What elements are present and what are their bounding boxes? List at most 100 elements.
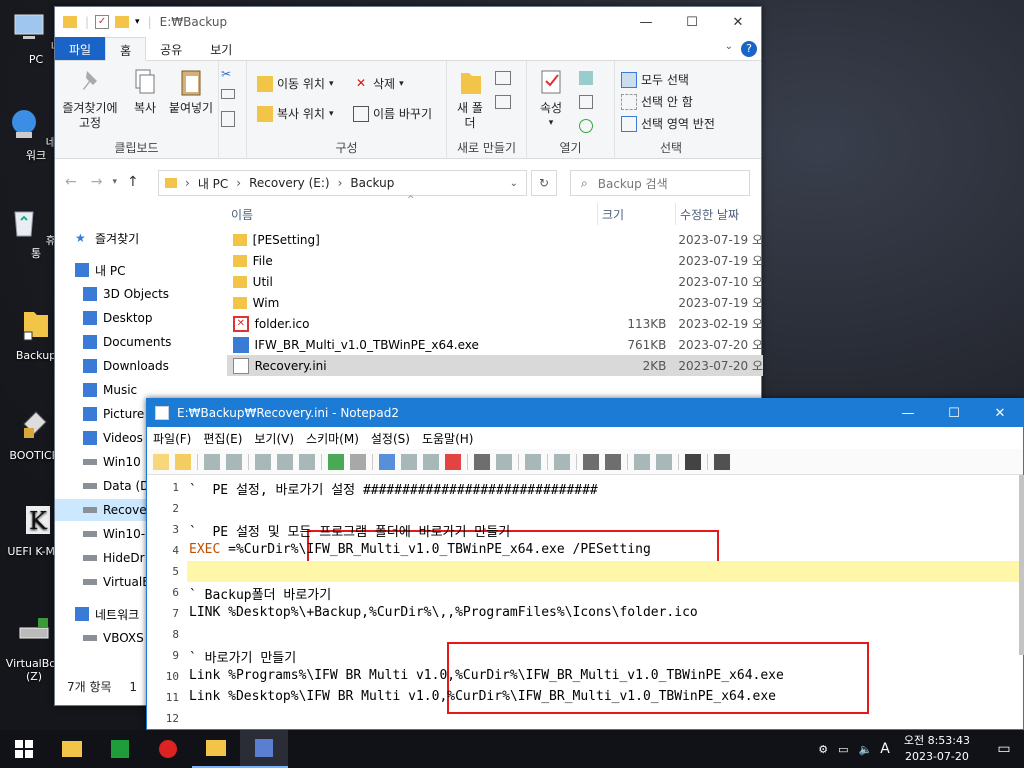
file-row[interactable]: File 2023-07-19 오 bbox=[227, 250, 763, 271]
help-icon[interactable]: ? bbox=[741, 41, 757, 57]
back-icon[interactable]: ← bbox=[65, 174, 77, 190]
clock[interactable]: 오전 8:53:43 2023-07-20 bbox=[904, 733, 970, 765]
ime-indicator[interactable]: A bbox=[880, 741, 890, 757]
menu-item[interactable]: 편집(E) bbox=[203, 430, 242, 447]
print-icon[interactable] bbox=[255, 453, 271, 470]
editor[interactable]: 1 ` PE 설정, 바로가기 설정 ######################… bbox=[147, 475, 1024, 767]
easy-access-icon[interactable] bbox=[495, 95, 511, 109]
menu-item[interactable]: 파일(F) bbox=[153, 430, 191, 447]
taskbar-app-green[interactable] bbox=[96, 730, 144, 768]
file-row[interactable]: Recovery.ini 2KB 2023-07-20 오 bbox=[227, 355, 763, 376]
refresh-icon[interactable]: ↻ bbox=[531, 170, 557, 196]
close-button[interactable]: ✕ bbox=[715, 7, 761, 37]
undo-icon[interactable] bbox=[328, 453, 344, 470]
rename-button[interactable]: 이름 바꾸기 bbox=[353, 105, 432, 122]
new-item-icon[interactable] bbox=[495, 71, 511, 85]
tab-share[interactable]: 공유 bbox=[146, 37, 196, 60]
new-folder-button[interactable]: 새 폴더 bbox=[451, 67, 489, 131]
customize-icon[interactable] bbox=[656, 453, 672, 470]
tab-view[interactable]: 보기 bbox=[196, 37, 246, 60]
scrollbar-thumb[interactable] bbox=[1019, 475, 1024, 655]
open-icon[interactable] bbox=[175, 453, 191, 470]
nav-item[interactable]: ★ 즐겨찾기 bbox=[55, 227, 211, 249]
find-icon[interactable] bbox=[474, 453, 490, 470]
start-button[interactable] bbox=[0, 730, 48, 768]
new-folder-quick-icon[interactable] bbox=[115, 16, 130, 28]
word-wrap-icon[interactable] bbox=[525, 453, 541, 470]
copy-icon[interactable] bbox=[401, 453, 417, 470]
breadcrumb-this-pc[interactable]: 내 PC bbox=[198, 175, 228, 192]
delete-icon[interactable] bbox=[445, 453, 461, 470]
recent-dropdown-icon[interactable]: ▾ bbox=[112, 177, 117, 187]
menu-item[interactable]: 스키마(M) bbox=[306, 430, 359, 447]
move-to-button[interactable]: 이동 위치 ▾ bbox=[257, 75, 334, 92]
delete-button[interactable]: ✕ 삭제 ▾ bbox=[353, 75, 404, 92]
nav-item[interactable]: Downloads bbox=[55, 355, 211, 377]
column-size[interactable]: 크기 bbox=[597, 203, 675, 225]
tab-home[interactable]: 홈 bbox=[105, 37, 147, 61]
zoom-in-icon[interactable] bbox=[583, 453, 599, 470]
maximize-button[interactable]: ☐ bbox=[669, 7, 715, 37]
quick-access-dropdown-icon[interactable]: ▾ bbox=[135, 17, 140, 27]
file-row[interactable]: ✕ folder.ico 113KB 2023-02-19 오 bbox=[227, 313, 763, 334]
network-tray-icon[interactable]: ⚙ bbox=[818, 743, 828, 756]
save-as-icon[interactable] bbox=[277, 453, 293, 470]
invert-selection-button[interactable]: 선택 영역 반전 bbox=[621, 115, 715, 132]
open-icon[interactable] bbox=[579, 71, 593, 85]
lan-icon[interactable]: ▭ bbox=[838, 743, 848, 756]
copy-to-button[interactable]: 복사 위치 ▾ bbox=[257, 105, 334, 122]
properties-quick-icon[interactable]: ✓ bbox=[95, 15, 110, 29]
edit-icon[interactable] bbox=[579, 95, 593, 109]
maximize-button[interactable]: ☐ bbox=[931, 399, 977, 427]
file-row[interactable]: Util 2023-07-10 오 bbox=[227, 271, 763, 292]
breadcrumb-folder[interactable]: Backup bbox=[350, 176, 394, 190]
history-icon[interactable] bbox=[579, 119, 593, 133]
menu-item[interactable]: 도움말(H) bbox=[422, 430, 474, 447]
notification-icon[interactable]: ▭ bbox=[984, 741, 1024, 757]
replace-icon[interactable] bbox=[496, 453, 512, 470]
menu-item[interactable]: 보기(V) bbox=[254, 430, 294, 447]
forward-icon[interactable]: → bbox=[91, 174, 103, 190]
tab-file[interactable]: 파일 bbox=[55, 37, 106, 60]
exit-icon[interactable] bbox=[714, 453, 730, 470]
ribbon-collapse-icon[interactable]: ⌄ bbox=[725, 37, 741, 60]
close-button[interactable]: ✕ bbox=[977, 399, 1023, 427]
taskbar-explorer[interactable] bbox=[48, 730, 96, 768]
file-row[interactable]: IFW_BR_Multi_v1.0_TBWinPE_x64.exe 761KB 20… bbox=[227, 334, 763, 355]
zoom-out-icon[interactable] bbox=[605, 453, 621, 470]
address-dropdown-icon[interactable]: ⌄ bbox=[510, 178, 518, 189]
save-copy-icon[interactable] bbox=[299, 453, 315, 470]
column-name[interactable]: 이름 bbox=[231, 203, 596, 225]
taskbar-notepad2[interactable] bbox=[240, 730, 288, 768]
properties-button[interactable]: 속성 ▾ bbox=[533, 67, 569, 131]
menu-item[interactable]: 설정(S) bbox=[371, 430, 410, 447]
column-date[interactable]: 수정한 날짜 bbox=[675, 203, 765, 225]
breadcrumb-drive[interactable]: Recovery (E:) bbox=[249, 176, 329, 190]
indent-icon[interactable] bbox=[554, 453, 570, 470]
up-icon[interactable]: ↑ bbox=[127, 174, 139, 190]
scheme-icon[interactable] bbox=[634, 453, 650, 470]
taskbar-explorer-active[interactable] bbox=[192, 730, 240, 768]
new-folder-icon bbox=[461, 73, 481, 94]
file-row[interactable]: [PESetting] 2023-07-19 오 bbox=[227, 229, 763, 250]
taskbar-app-red[interactable] bbox=[144, 730, 192, 768]
nav-item[interactable]: 3D Objects bbox=[55, 283, 211, 305]
nav-item[interactable]: 내 PC bbox=[55, 259, 211, 281]
minimize-button[interactable]: — bbox=[885, 399, 931, 427]
redo-icon[interactable] bbox=[350, 453, 366, 470]
command-icon[interactable] bbox=[685, 453, 701, 470]
minimize-button[interactable]: — bbox=[623, 7, 669, 37]
browse-icon[interactable] bbox=[204, 453, 220, 470]
search-box[interactable]: ⌕ Backup 검색 bbox=[570, 170, 750, 196]
save-icon[interactable] bbox=[226, 453, 242, 470]
cut-icon[interactable] bbox=[379, 453, 395, 470]
nav-item[interactable]: Desktop bbox=[55, 307, 211, 329]
new-icon[interactable] bbox=[153, 453, 169, 470]
paste-icon[interactable] bbox=[423, 453, 439, 470]
volume-icon[interactable]: 🔈 bbox=[859, 743, 873, 756]
address-bar[interactable]: › 내 PC › Recovery (E:) › Backup ⌄ bbox=[158, 170, 527, 196]
nav-item[interactable]: Documents bbox=[55, 331, 211, 353]
file-row[interactable]: Wim 2023-07-19 오 bbox=[227, 292, 763, 313]
select-all-button[interactable]: 모두 선택 bbox=[621, 71, 689, 88]
select-none-button[interactable]: 선택 안 함 bbox=[621, 93, 693, 110]
